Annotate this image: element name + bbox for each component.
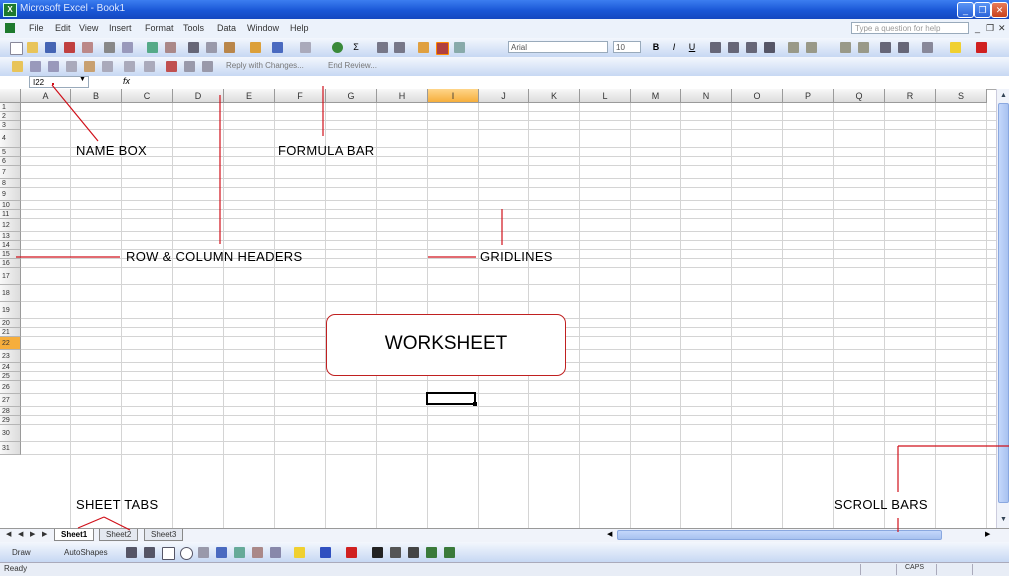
sheet-tab-pointer-line-1 xyxy=(77,516,105,529)
worksheet-annotation: WORKSHEET xyxy=(326,314,566,376)
sheet-tab-pointer-line-2 xyxy=(103,516,131,531)
scroll-bars-annotation: SCROLL BARS xyxy=(834,497,928,512)
name-box-pointer-line xyxy=(51,84,99,142)
formula-bar-annotation: FORMULA BAR xyxy=(278,143,375,158)
sheet-tabs-annotation: SHEET TABS xyxy=(76,497,159,512)
gridlines-annotation: GRIDLINES xyxy=(480,249,553,264)
name-box-annotation: NAME BOX xyxy=(76,143,148,158)
headers-annotation: ROW & COLUMN HEADERS xyxy=(126,249,303,264)
annotation-lines xyxy=(16,84,1009,532)
